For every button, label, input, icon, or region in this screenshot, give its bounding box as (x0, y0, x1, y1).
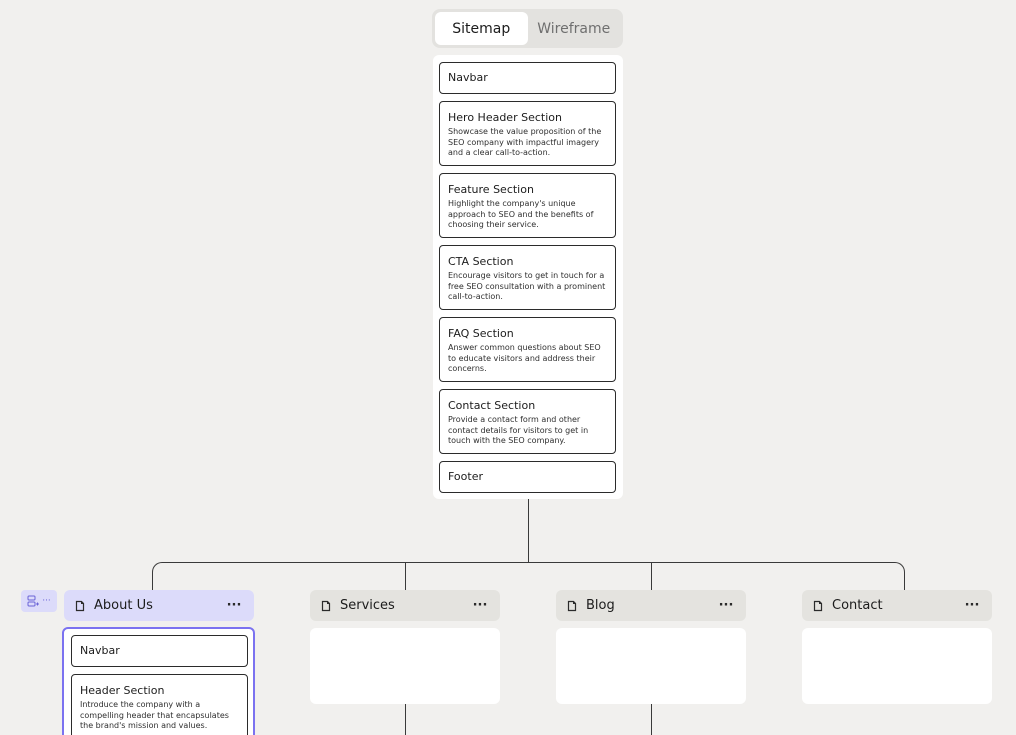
about-us-page-card[interactable]: Navbar Header Section Introduce the comp… (62, 627, 255, 735)
section-description: Answer common questions about SEO to edu… (448, 343, 601, 373)
section-title: CTA Section (448, 255, 514, 268)
section-title: Hero Header Section (448, 111, 562, 124)
section-title: Navbar (80, 644, 120, 657)
add-section-icon (27, 595, 40, 607)
tree-connector-services (405, 562, 406, 590)
services-page-card[interactable] (310, 628, 500, 704)
home-section-cta[interactable]: CTA Section Encourage visitors to get in… (439, 245, 616, 310)
add-section-tool[interactable]: ··· (21, 590, 57, 612)
page-name: About Us (94, 598, 153, 613)
section-title: Feature Section (448, 183, 534, 196)
section-title: Navbar (448, 71, 488, 84)
home-section-faq[interactable]: FAQ Section Answer common questions abou… (439, 317, 616, 382)
home-section-contact[interactable]: Contact Section Provide a contact form a… (439, 389, 616, 454)
home-section-hero[interactable]: Hero Header Section Showcase the value p… (439, 101, 616, 166)
sitemap-canvas[interactable]: Sitemap Wireframe Navbar Hero Header Sec… (0, 0, 1016, 735)
more-options-icon[interactable]: ··· (716, 599, 736, 612)
blog-page-card[interactable] (556, 628, 746, 704)
page-header-about-us[interactable]: About Us ··· (64, 590, 254, 621)
contact-page-card[interactable] (802, 628, 992, 704)
home-section-navbar[interactable]: Navbar (439, 62, 616, 94)
about-section-navbar[interactable]: Navbar (71, 635, 248, 667)
view-toggle: Sitemap Wireframe (432, 9, 623, 48)
sitemap-tab[interactable]: Sitemap (435, 12, 528, 45)
side-tool-more: ··· (42, 596, 51, 606)
page-icon (75, 600, 85, 611)
page-name: Services (340, 598, 395, 613)
tree-connector-right-corner (893, 562, 905, 590)
home-section-footer[interactable]: Footer (439, 461, 616, 493)
tree-connector-horizontal (162, 562, 895, 563)
tree-connector-blog-down (651, 704, 652, 735)
page-name: Blog (586, 598, 615, 613)
section-description: Encourage visitors to get in touch for a… (448, 271, 606, 301)
section-title: FAQ Section (448, 327, 514, 340)
more-options-icon[interactable]: ··· (224, 599, 244, 612)
tree-connector-blog (651, 562, 652, 590)
page-icon (813, 600, 823, 611)
page-header-contact[interactable]: Contact ··· (802, 590, 992, 621)
section-title: Contact Section (448, 399, 536, 412)
page-name: Contact (832, 598, 883, 613)
section-description: Introduce the company with a compelling … (80, 700, 229, 730)
page-header-blog[interactable]: Blog ··· (556, 590, 746, 621)
page-header-services[interactable]: Services ··· (310, 590, 500, 621)
tree-connector-trunk (528, 499, 529, 563)
section-description: Highlight the company's unique approach … (448, 199, 594, 229)
tree-connector-services-down (405, 704, 406, 735)
page-icon (567, 600, 577, 611)
section-title: Header Section (80, 684, 165, 697)
page-icon (321, 600, 331, 611)
about-section-header[interactable]: Header Section Introduce the company wit… (71, 674, 248, 735)
wireframe-tab[interactable]: Wireframe (528, 12, 621, 45)
more-options-icon[interactable]: ··· (470, 599, 490, 612)
section-description: Showcase the value proposition of the SE… (448, 127, 602, 157)
section-title: Footer (448, 470, 483, 483)
home-section-feature[interactable]: Feature Section Highlight the company's … (439, 173, 616, 238)
more-options-icon[interactable]: ··· (962, 599, 982, 612)
section-description: Provide a contact form and other contact… (448, 415, 589, 445)
home-page-card[interactable]: Navbar Hero Header Section Showcase the … (433, 55, 623, 499)
tree-connector-left-corner (152, 562, 164, 590)
